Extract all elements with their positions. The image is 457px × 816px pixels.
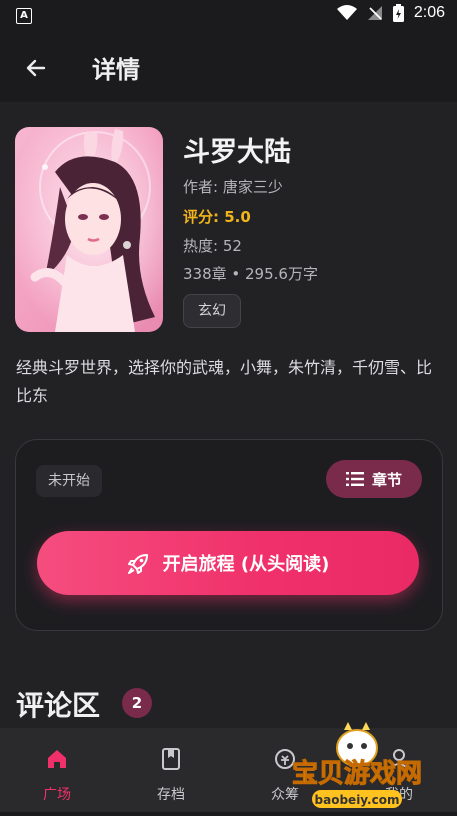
notification-icon: A bbox=[16, 8, 32, 24]
home-icon bbox=[44, 746, 70, 772]
reading-status-badge: 未开始 bbox=[36, 465, 102, 497]
battery-icon bbox=[392, 4, 404, 22]
app-bar: 详情 bbox=[0, 32, 457, 102]
book-title: 斗罗大陆 bbox=[183, 137, 291, 168]
book-stats: 338章 • 295.6万字 bbox=[183, 265, 318, 283]
nav-label-plaza: 广场 bbox=[43, 787, 71, 803]
watermark-url: baobeiy.com bbox=[315, 793, 400, 807]
nav-item-plaza[interactable]: 广场 bbox=[0, 728, 114, 812]
comments-count-badge: 2 bbox=[122, 688, 152, 718]
no-signal-icon bbox=[367, 6, 382, 20]
start-reading-label: 开启旅程 (从头阅读) bbox=[162, 554, 330, 575]
book-rating: 评分: 5.0 bbox=[183, 208, 251, 226]
comments-section-title: 评论区 bbox=[16, 689, 101, 722]
nav-label-saves: 存档 bbox=[157, 787, 185, 803]
detail-content[interactable]: 斗罗大陆 作者: 唐家三少 评分: 5.0 热度: 52 338章 • 295.… bbox=[0, 102, 457, 728]
book-popularity: 热度: 52 bbox=[183, 237, 242, 255]
watermark-title: 宝贝游戏网 bbox=[292, 758, 422, 789]
page-title: 详情 bbox=[92, 56, 140, 84]
book-cover-image bbox=[15, 127, 163, 332]
back-button[interactable] bbox=[20, 52, 52, 84]
start-reading-button[interactable]: 开启旅程 (从头阅读) bbox=[37, 531, 419, 595]
book-author: 作者: 唐家三少 bbox=[183, 178, 283, 196]
reading-progress-card: 未开始 章节 开启旅程 (从头阅读) bbox=[15, 439, 443, 631]
wifi-icon bbox=[336, 5, 357, 20]
genre-tag[interactable]: 玄幻 bbox=[183, 294, 241, 328]
arrow-left-icon bbox=[26, 59, 46, 77]
bookmark-book-icon bbox=[158, 746, 184, 772]
chapters-button-label: 章节 bbox=[371, 470, 402, 489]
watermark-logo: 宝贝游戏网 baobeiy.com bbox=[282, 716, 432, 812]
rocket-icon bbox=[127, 554, 148, 574]
status-bar: A 2:06 bbox=[0, 0, 457, 32]
chapters-button[interactable]: 章节 bbox=[326, 460, 422, 498]
status-icons: 2:06 bbox=[336, 4, 445, 22]
nav-item-saves[interactable]: 存档 bbox=[114, 728, 228, 812]
book-description: 经典斗罗世界，选择你的武魂，小舞，朱竹清，千仞雪、比比东 bbox=[16, 358, 433, 405]
status-time: 2:06 bbox=[413, 4, 445, 21]
list-icon bbox=[345, 472, 364, 486]
